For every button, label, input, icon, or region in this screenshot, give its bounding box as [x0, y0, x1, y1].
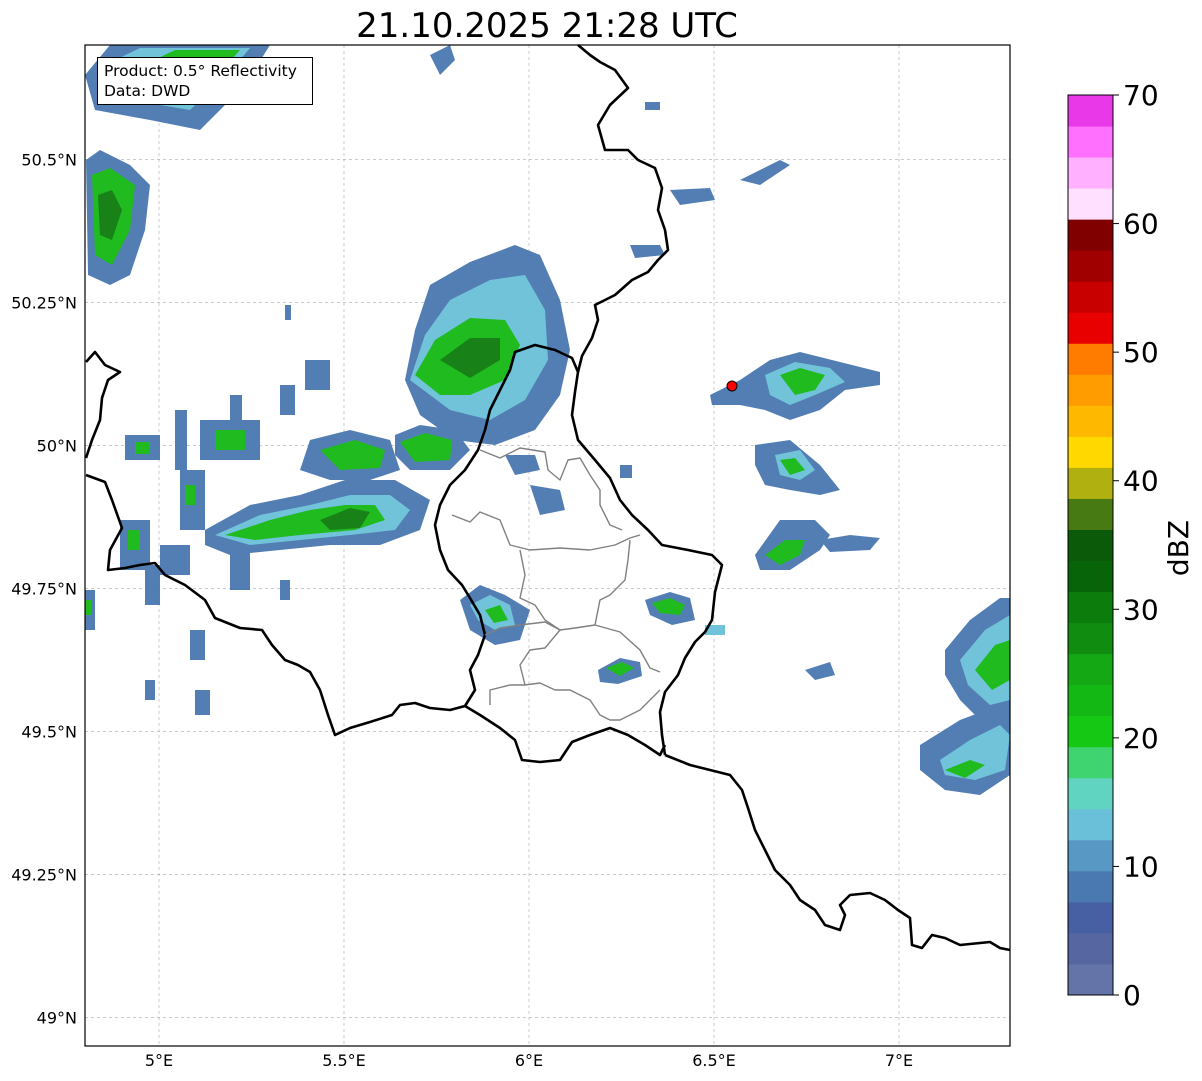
lon-tick-label: 6°E — [515, 1051, 543, 1070]
colorbar-swatch — [1068, 374, 1113, 406]
colorbar-swatch — [1068, 839, 1113, 872]
colorbar-tick-label: 20 — [1123, 722, 1159, 755]
lat-tick-label: 49.5°N — [21, 722, 77, 741]
colorbar-swatch — [1068, 343, 1113, 375]
latitude-tick-labels: 50.5°N 50.25°N 50°N 49.75°N 49.5°N 49.25°N 49°… — [11, 150, 77, 1027]
map-panel — [84, 44, 1011, 1047]
colorbar-tick-label: 0 — [1123, 979, 1141, 1012]
colorbar-swatch — [1068, 715, 1113, 748]
radar-site-marker — [726, 380, 738, 392]
colorbar-tick-label: 40 — [1123, 465, 1159, 498]
lon-tick-label: 5.5°E — [322, 1051, 366, 1070]
colorbar-swatch — [1068, 436, 1113, 468]
longitude-tick-labels: 5°E 5.5°E 6°E 6.5°E 7°E — [145, 1051, 913, 1070]
colorbar-swatch — [1068, 281, 1113, 313]
colorbar-swatch — [1068, 126, 1113, 158]
data-source-text: Data: DWD — [104, 82, 191, 100]
colorbar-swatch — [1068, 870, 1113, 903]
colorbar: 0 10 20 30 40 50 60 70 dBZ — [1067, 79, 1195, 1012]
lat-tick-label: 49.25°N — [11, 865, 77, 884]
lat-tick-label: 49.75°N — [11, 579, 77, 598]
colorbar-tick-label: 30 — [1123, 593, 1159, 626]
lon-tick-label: 6.5°E — [692, 1051, 736, 1070]
colorbar-swatch — [1068, 963, 1113, 996]
colorbar-swatch — [1068, 653, 1113, 686]
colorbar-tick-label: 60 — [1123, 208, 1159, 241]
colorbar-swatch — [1068, 95, 1113, 127]
colorbar-tick-label: 50 — [1123, 336, 1159, 369]
colorbar-swatch — [1068, 157, 1113, 189]
lat-tick-label: 50.25°N — [11, 293, 77, 312]
lon-tick-label: 7°E — [885, 1051, 913, 1070]
colorbar-swatch — [1068, 467, 1113, 499]
lon-tick-label: 5°E — [145, 1051, 173, 1070]
colorbar-tick-label: 10 — [1123, 850, 1159, 883]
radar-map-figure: 21.10.2025 21:28 UTC 5°E 5.5°E 6°E 6.5°E… — [11, 6, 1195, 1070]
product-text: Product: 0.5° Reflectivity — [104, 62, 297, 80]
colorbar-swatch — [1068, 529, 1113, 562]
map-title: 21.10.2025 21:28 UTC — [356, 6, 738, 46]
colorbar-swatches — [1068, 95, 1113, 996]
colorbar-swatch — [1068, 622, 1113, 655]
product-info-box: Product: 0.5° Reflectivity Data: DWD — [97, 57, 313, 105]
colorbar-swatch — [1068, 405, 1113, 437]
colorbar-label: dBZ — [1162, 520, 1195, 576]
colorbar-swatch — [1068, 188, 1113, 220]
colorbar-swatch — [1068, 560, 1113, 593]
colorbar-swatch — [1068, 591, 1113, 624]
lat-tick-label: 50°N — [37, 436, 77, 455]
lat-tick-label: 50.5°N — [21, 150, 77, 169]
colorbar-swatch — [1068, 219, 1113, 251]
colorbar-swatch — [1068, 932, 1113, 965]
colorbar-swatch — [1068, 312, 1113, 344]
colorbar-swatch — [1068, 777, 1113, 810]
colorbar-swatch — [1068, 901, 1113, 934]
colorbar-tick-label: 70 — [1123, 79, 1159, 112]
colorbar-swatch — [1068, 746, 1113, 779]
colorbar-swatch — [1068, 498, 1113, 530]
colorbar-swatch — [1068, 808, 1113, 841]
colorbar-swatch — [1068, 250, 1113, 282]
colorbar-ticks: 0 10 20 30 40 50 60 70 — [1113, 79, 1159, 1012]
colorbar-swatch — [1068, 684, 1113, 717]
lat-tick-label: 49°N — [37, 1008, 77, 1027]
